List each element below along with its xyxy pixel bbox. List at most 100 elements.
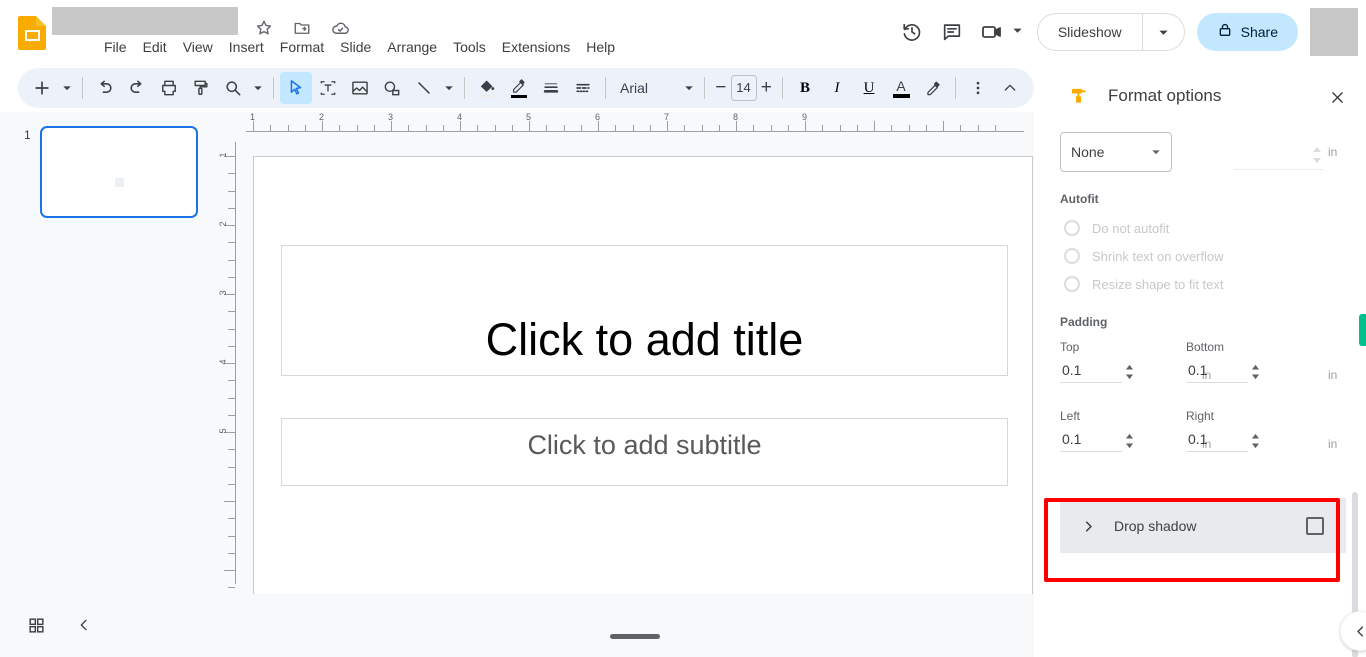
padding-right-spinner[interactable] — [1250, 433, 1262, 449]
font-size-input[interactable]: 14 — [730, 75, 757, 101]
padding-top-spinner[interactable] — [1124, 364, 1136, 380]
avatar[interactable] — [1310, 8, 1358, 56]
ruler-number: 6 — [595, 112, 601, 122]
font-family-select[interactable]: Arial — [612, 72, 680, 104]
slide-number: 1 — [24, 128, 31, 142]
collapse-filmstrip-icon[interactable] — [70, 611, 98, 639]
google-meet-icon[interactable] — [972, 12, 1012, 52]
new-slide-button[interactable] — [26, 72, 58, 104]
menu-insert[interactable]: Insert — [221, 36, 272, 58]
ruler-tick — [529, 121, 530, 132]
zoom-chevron-down-icon[interactable] — [249, 72, 267, 104]
horizontal-ruler[interactable]: 1 2 3 4 5 6 7 8 9 — [236, 112, 1034, 132]
ruler-tick — [494, 125, 496, 132]
paint-format-button[interactable] — [185, 72, 217, 104]
padding-top-input[interactable] — [1060, 360, 1122, 383]
autofit-option-resize-shape-to-fit-text[interactable]: Resize shape to fit text — [1064, 276, 1224, 292]
menu-view[interactable]: View — [175, 36, 221, 58]
version-history-icon[interactable] — [892, 12, 932, 52]
font-family-chevron-down-icon[interactable] — [680, 72, 698, 104]
grid-view-icon[interactable] — [22, 611, 50, 639]
print-button[interactable] — [153, 72, 185, 104]
autofit-option-shrink-text-on-overflow[interactable]: Shrink text on overflow — [1064, 248, 1224, 264]
menu-file[interactable]: File — [96, 36, 135, 58]
menu-edit[interactable]: Edit — [135, 36, 175, 58]
slideshow-chevron-down-icon[interactable] — [1141, 14, 1184, 50]
ruler-number: 3 — [388, 112, 394, 122]
fill-color-button[interactable] — [471, 72, 503, 104]
menu-format[interactable]: Format — [272, 36, 332, 58]
padding-bottom-spinner[interactable] — [1250, 364, 1262, 380]
close-icon[interactable] — [1324, 84, 1350, 110]
lock-icon — [1217, 22, 1233, 43]
undo-button[interactable] — [89, 72, 121, 104]
border-weight-button[interactable] — [535, 72, 567, 104]
google-meet-button[interactable] — [972, 12, 1027, 52]
padding-left-input[interactable] — [1060, 429, 1122, 452]
border-color-button[interactable] — [503, 72, 535, 104]
autofit-option-do-not-autofit[interactable]: Do not autofit — [1064, 220, 1169, 236]
ruler-tick — [908, 125, 910, 132]
ruler-tick — [228, 311, 235, 313]
slide-canvas-area[interactable]: Click to add title Click to add subtitle — [236, 132, 1034, 594]
zoom-button[interactable] — [217, 72, 249, 104]
menu-slide[interactable]: Slide — [332, 36, 379, 58]
ruler-tick — [228, 328, 235, 330]
text-box-button[interactable] — [312, 72, 344, 104]
subtitle-placeholder[interactable]: Click to add subtitle — [281, 418, 1008, 486]
menu-tools[interactable]: Tools — [445, 36, 494, 58]
ruler-tick — [753, 125, 755, 132]
more-options-icon[interactable] — [962, 72, 994, 104]
spinner-icon[interactable] — [1311, 146, 1323, 169]
share-button[interactable]: Share — [1196, 13, 1298, 51]
drop-shadow-section[interactable]: Drop shadow — [1060, 498, 1346, 553]
slideshow-button[interactable]: Slideshow — [1036, 13, 1185, 51]
insert-image-button[interactable] — [344, 72, 376, 104]
menu-help[interactable]: Help — [578, 36, 623, 58]
padding-left-spinner[interactable] — [1124, 433, 1136, 449]
highlight-icon[interactable] — [917, 72, 949, 104]
toolbar-divider — [704, 77, 705, 99]
new-slide-chevron-down-icon[interactable] — [58, 72, 76, 104]
chevron-right-icon[interactable] — [1076, 514, 1100, 538]
underline-button[interactable]: U — [853, 72, 885, 104]
ruler-tick — [228, 518, 235, 520]
menu-arrange[interactable]: Arrange — [379, 36, 445, 58]
menu-extensions[interactable]: Extensions — [494, 36, 578, 58]
redo-button[interactable] — [121, 72, 153, 104]
comment-icon[interactable] — [932, 12, 972, 52]
shape-button[interactable] — [376, 72, 408, 104]
padding-bottom-label: Bottom — [1186, 340, 1225, 354]
ruler-tick — [805, 121, 806, 132]
shape-style-select[interactable]: None — [1060, 132, 1172, 172]
ruler-tick — [442, 125, 444, 132]
text-color-button[interactable]: A — [885, 72, 917, 104]
decrease-font-size-button[interactable]: − — [711, 73, 731, 103]
select-tool-button[interactable] — [280, 72, 312, 104]
increase-font-size-button[interactable]: + — [757, 73, 777, 103]
drop-shadow-checkbox[interactable] — [1306, 517, 1324, 535]
document-title-redacted[interactable] — [52, 7, 238, 35]
ruler-tick — [228, 483, 235, 485]
ruler-number: 1 — [218, 152, 228, 158]
bold-button[interactable]: B — [789, 72, 821, 104]
shape-style-value-field[interactable] — [1235, 142, 1323, 170]
title-placeholder[interactable]: Click to add title — [281, 245, 1008, 376]
horizontal-scrollbar[interactable] — [610, 634, 660, 639]
ruler-tick — [598, 121, 599, 132]
meet-chevron-down-icon[interactable] — [1012, 23, 1023, 41]
slide-editor[interactable]: Click to add title Click to add subtitle — [253, 156, 1033, 594]
ruler-tick — [425, 125, 427, 132]
line-chevron-down-icon[interactable] — [440, 72, 458, 104]
line-button[interactable] — [408, 72, 440, 104]
vertical-ruler[interactable]: 1 2 3 4 5 — [216, 132, 236, 594]
slide-thumbnail-1[interactable] — [40, 126, 198, 218]
border-dash-button[interactable] — [567, 72, 599, 104]
collapse-panel-icon[interactable] — [1340, 611, 1366, 651]
italic-button[interactable]: I — [821, 72, 853, 104]
ruler-tick — [563, 125, 565, 132]
padding-right-input[interactable] — [1186, 429, 1248, 452]
canvas-footer — [222, 594, 1034, 657]
padding-bottom-input[interactable] — [1186, 360, 1248, 383]
collapse-toolbar-icon[interactable] — [994, 72, 1026, 104]
